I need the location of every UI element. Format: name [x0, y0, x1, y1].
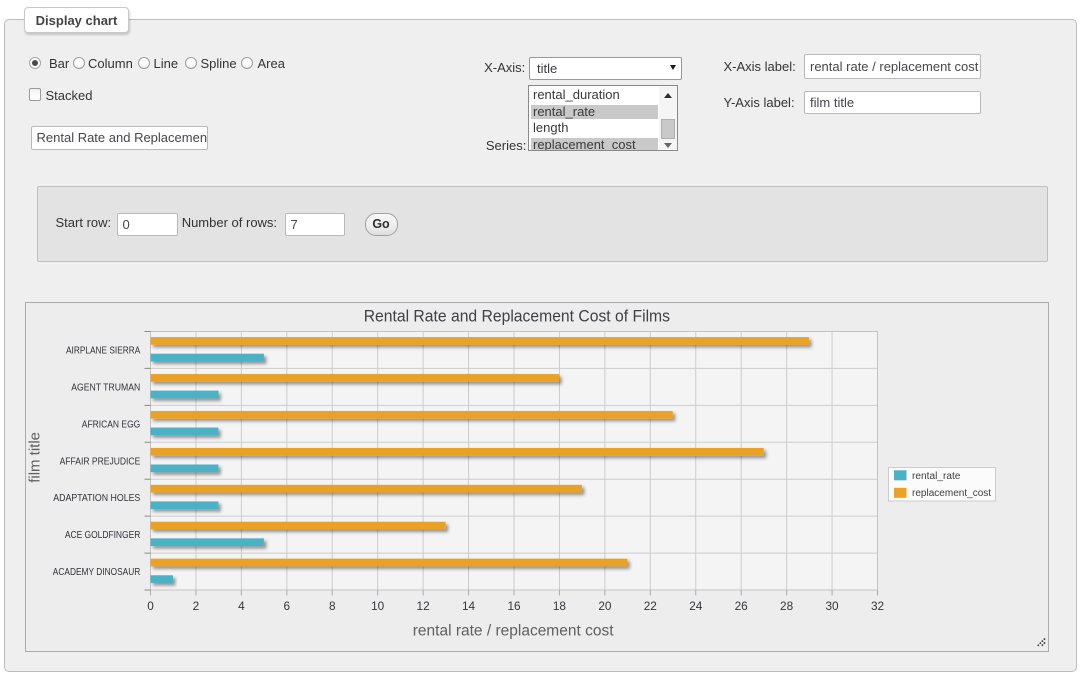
- svg-text:0: 0: [147, 599, 154, 613]
- svg-text:22: 22: [643, 599, 656, 613]
- svg-text:rental_rate: rental_rate: [912, 471, 961, 482]
- svg-text:replacement_cost: replacement_cost: [912, 488, 991, 499]
- svg-text:26: 26: [734, 599, 748, 613]
- svg-text:6: 6: [283, 599, 290, 613]
- svg-text:14: 14: [461, 599, 475, 613]
- svg-text:20: 20: [598, 599, 612, 613]
- svg-text:30: 30: [825, 599, 839, 613]
- svg-text:AGENT TRUMAN: AGENT TRUMAN: [71, 382, 140, 393]
- svg-text:10: 10: [371, 599, 385, 613]
- svg-text:rental rate / replacement cost: rental rate / replacement cost: [412, 622, 613, 639]
- svg-text:film title: film title: [26, 432, 43, 483]
- svg-text:28: 28: [780, 599, 794, 613]
- svg-text:18: 18: [552, 599, 566, 613]
- svg-text:AFRICAN EGG: AFRICAN EGG: [81, 419, 140, 430]
- svg-text:2: 2: [192, 599, 199, 613]
- svg-text:Rental Rate and Replacement Co: Rental Rate and Replacement Cost of Film…: [363, 306, 669, 325]
- svg-text:8: 8: [328, 599, 335, 613]
- svg-text:ACADEMY DINOSAUR: ACADEMY DINOSAUR: [52, 567, 140, 578]
- svg-text:16: 16: [507, 599, 521, 613]
- svg-text:ACE GOLDFINGER: ACE GOLDFINGER: [64, 530, 139, 541]
- svg-text:24: 24: [689, 599, 703, 613]
- svg-text:12: 12: [416, 599, 429, 613]
- svg-text:AIRPLANE SIERRA: AIRPLANE SIERRA: [66, 345, 140, 356]
- svg-text:ADAPTATION HOLES: ADAPTATION HOLES: [53, 493, 140, 504]
- svg-text:4: 4: [238, 599, 245, 613]
- svg-text:32: 32: [870, 599, 883, 613]
- svg-text:AFFAIR PREJUDICE: AFFAIR PREJUDICE: [59, 456, 140, 467]
